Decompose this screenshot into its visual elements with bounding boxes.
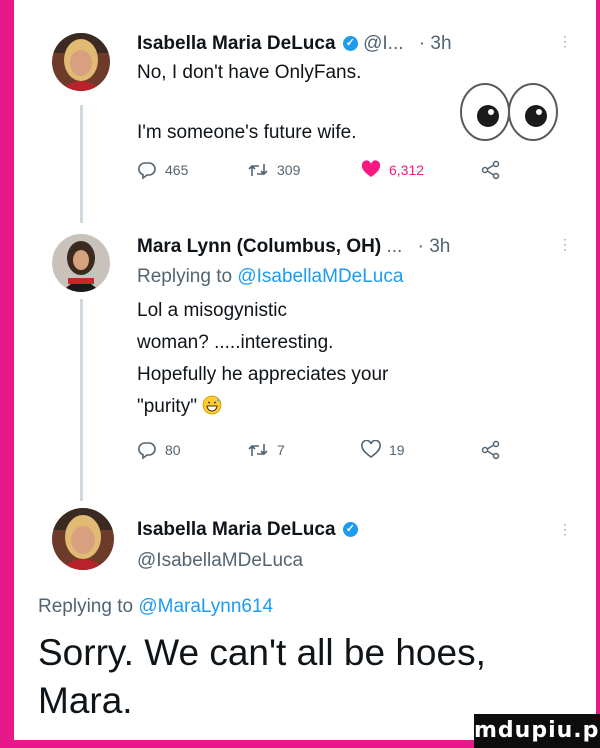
eyes-emoji-icon	[458, 82, 560, 147]
like-button[interactable]: 6,312	[361, 160, 424, 180]
like-button[interactable]: 19	[361, 440, 405, 460]
reply-icon	[138, 162, 156, 180]
timestamp[interactable]: · 3h	[419, 33, 452, 54]
retweet-icon	[248, 164, 268, 176]
reply-button[interactable]: 465	[137, 160, 188, 180]
replying-to-label: Replying to	[137, 266, 233, 287]
thread-connector	[80, 105, 83, 223]
tweet-actions: 465 309 6,312	[137, 160, 527, 184]
retweet-icon	[248, 444, 268, 456]
tweet-text-line: Mara.	[38, 680, 133, 721]
thread-connector	[80, 299, 83, 501]
reply-icon	[138, 442, 156, 460]
avatar[interactable]	[52, 234, 110, 292]
share-icon	[481, 440, 500, 460]
retweet-button[interactable]: 7	[247, 440, 285, 460]
tweet-text-line: Lol a misogynistic	[137, 300, 287, 321]
author-handle[interactable]: @I...	[363, 33, 403, 54]
tweet-text-line: Sorry. We can't all be hoes,	[38, 632, 486, 673]
replying-to-line: Replying to @MaraLynn614	[38, 594, 273, 620]
tweet-actions: 80 7 19	[137, 440, 527, 464]
retweet-button[interactable]: 309	[247, 160, 300, 180]
grinning-sweat-emoji-icon	[202, 395, 222, 415]
site-watermark: mdupiu.pl	[474, 714, 600, 748]
tweet-thread-card: Isabella Maria DeLuca ✓ @I... · 3h ⋮ No,…	[14, 0, 596, 740]
author-name[interactable]: Isabella Maria DeLuca	[137, 33, 336, 54]
avatar[interactable]	[52, 33, 110, 91]
retweet-count: 7	[277, 442, 285, 458]
like-count: 19	[389, 442, 405, 458]
verified-badge-icon: ✓	[342, 522, 358, 538]
timestamp[interactable]: · 3h	[418, 236, 451, 257]
heart-icon	[361, 160, 381, 177]
tweet-text-line: No, I don't have OnlyFans.	[137, 62, 362, 83]
share-button[interactable]	[481, 440, 501, 460]
more-dots-icon[interactable]: ⋮	[558, 521, 572, 538]
name-ellipsis: ...	[386, 236, 403, 257]
reply-count: 80	[165, 442, 181, 458]
retweet-count: 309	[277, 162, 301, 178]
share-icon	[481, 160, 500, 180]
tweet-text-line-with-emoji: "purity"	[137, 394, 222, 420]
verified-badge-icon: ✓	[342, 36, 358, 52]
more-dots-icon[interactable]: ⋮	[558, 236, 572, 253]
replying-to-label: Replying to	[38, 596, 134, 617]
author-name[interactable]: Mara Lynn (Columbus, OH)	[137, 236, 381, 257]
tweet-text-fragment: "purity"	[137, 396, 197, 417]
more-dots-icon[interactable]: ⋮	[558, 33, 572, 50]
reply-count: 465	[165, 162, 189, 178]
tweet-text-line: woman? .....interesting.	[137, 332, 334, 353]
replying-to-handle[interactable]: @MaraLynn614	[138, 596, 273, 617]
tweet-author-line: Isabella Maria DeLuca ✓	[137, 519, 358, 541]
replying-to-line: Replying to @IsabellaMDeLuca	[137, 264, 403, 290]
reply-button[interactable]: 80	[137, 440, 181, 460]
avatar[interactable]	[52, 508, 114, 570]
tweet-text-line: I'm someone's future wife.	[137, 122, 357, 143]
like-count: 6,312	[389, 162, 425, 178]
author-name[interactable]: Isabella Maria DeLuca	[137, 519, 336, 540]
tweet-author-line: Mara Lynn (Columbus, OH) ... · 3h	[137, 236, 450, 258]
heart-icon	[361, 440, 381, 458]
tweet-text-line: Hopefully he appreciates your	[137, 364, 389, 385]
share-button[interactable]	[481, 160, 501, 180]
replying-to-handle[interactable]: @IsabellaMDeLuca	[237, 266, 403, 287]
author-handle[interactable]: @IsabellaMDeLuca	[137, 548, 303, 574]
tweet-author-line: Isabella Maria DeLuca ✓ @I... · 3h	[137, 33, 452, 55]
